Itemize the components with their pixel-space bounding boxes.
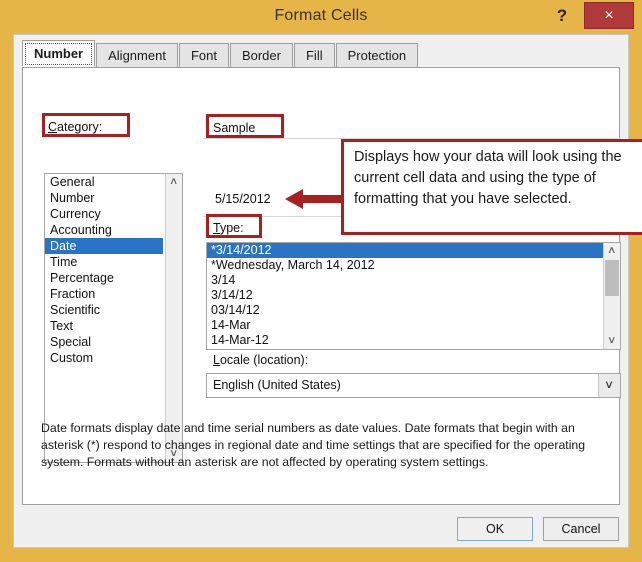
type-item[interactable]: *3/14/2012 <box>207 243 603 258</box>
category-item[interactable]: Accounting <box>45 222 163 238</box>
locale-label-text: ocale (location): <box>220 353 308 367</box>
category-item[interactable]: Custom <box>45 350 163 366</box>
window-frame: Format Cells ? × Number Alignment Font B… <box>0 0 642 562</box>
ok-button[interactable]: OK <box>457 517 533 541</box>
category-item[interactable]: Fraction <box>45 286 163 302</box>
category-item[interactable]: Special <box>45 334 163 350</box>
category-label: Category: <box>48 120 102 134</box>
tab-border[interactable]: Border <box>230 43 293 67</box>
sample-value: 5/15/2012 <box>215 192 271 206</box>
category-item[interactable]: Number <box>45 190 163 206</box>
page-title: Format Cells <box>0 7 642 25</box>
locale-label: Locale (location): <box>213 353 308 367</box>
category-item[interactable]: Text <box>45 318 163 334</box>
type-item[interactable]: 14-Mar <box>207 318 603 333</box>
tab-alignment[interactable]: Alignment <box>96 43 178 67</box>
type-item[interactable]: 3/14 <box>207 273 603 288</box>
category-item[interactable]: Date <box>45 238 163 254</box>
type-list[interactable]: *3/14/2012*Wednesday, March 14, 20123/14… <box>207 243 603 349</box>
close-button[interactable]: × <box>584 2 634 29</box>
tab-font[interactable]: Font <box>179 43 229 67</box>
chevron-down-icon[interactable]: ∨ <box>604 333 620 349</box>
format-description: Date formats display date and time seria… <box>41 420 605 471</box>
category-item[interactable]: Time <box>45 254 163 270</box>
scrollbar-thumb[interactable] <box>605 260 619 296</box>
chevron-up-icon[interactable]: ∧ <box>604 243 620 259</box>
tab-strip: Number Alignment Font Border Fill Protec… <box>22 41 419 67</box>
type-item[interactable]: 03/14/12 <box>207 303 603 318</box>
dialog-body: Number Alignment Font Border Fill Protec… <box>13 34 629 548</box>
category-item[interactable]: Currency <box>45 206 163 222</box>
tab-protection[interactable]: Protection <box>336 43 419 67</box>
tab-number[interactable]: Number <box>22 40 95 67</box>
chevron-up-icon[interactable]: ∧ <box>166 174 182 190</box>
format-cells-dialog-screenshot: Format Cells ? × Number Alignment Font B… <box>0 0 642 562</box>
tab-fill[interactable]: Fill <box>294 43 335 67</box>
annotation-callout: Displays how your data will look using t… <box>341 139 642 235</box>
chevron-down-icon[interactable]: ∨ <box>598 374 620 397</box>
locale-value: English (United States) <box>213 378 341 392</box>
type-label-text: ype: <box>220 221 244 235</box>
type-item[interactable]: *Wednesday, March 14, 2012 <box>207 258 603 273</box>
category-list[interactable]: GeneralNumberCurrencyAccountingDateTimeP… <box>45 174 163 462</box>
category-item[interactable]: Scientific <box>45 302 163 318</box>
type-item[interactable]: 3/14/12 <box>207 288 603 303</box>
help-button[interactable]: ? <box>551 3 573 29</box>
category-item[interactable]: General <box>45 174 163 190</box>
annotation-arrow-left-icon <box>285 188 343 210</box>
title-bar: Format Cells ? × <box>0 0 642 34</box>
number-tab-page: Category: GeneralNumberCurrencyAccountin… <box>22 67 620 505</box>
type-label: Type: <box>213 221 244 235</box>
type-item[interactable]: 14-Mar-12 <box>207 333 603 348</box>
cancel-button[interactable]: Cancel <box>543 517 619 541</box>
sample-label: Sample <box>213 121 255 135</box>
type-scrollbar[interactable]: ∧ ∨ <box>603 243 620 349</box>
category-scrollbar[interactable]: ∧ ∨ <box>165 174 182 462</box>
category-item[interactable]: Percentage <box>45 270 163 286</box>
locale-combobox[interactable]: English (United States) ∨ <box>206 373 621 398</box>
category-label-text: ategory: <box>57 120 102 134</box>
type-listbox[interactable]: *3/14/2012*Wednesday, March 14, 20123/14… <box>206 242 621 350</box>
tab-number-label: Number <box>34 46 83 61</box>
